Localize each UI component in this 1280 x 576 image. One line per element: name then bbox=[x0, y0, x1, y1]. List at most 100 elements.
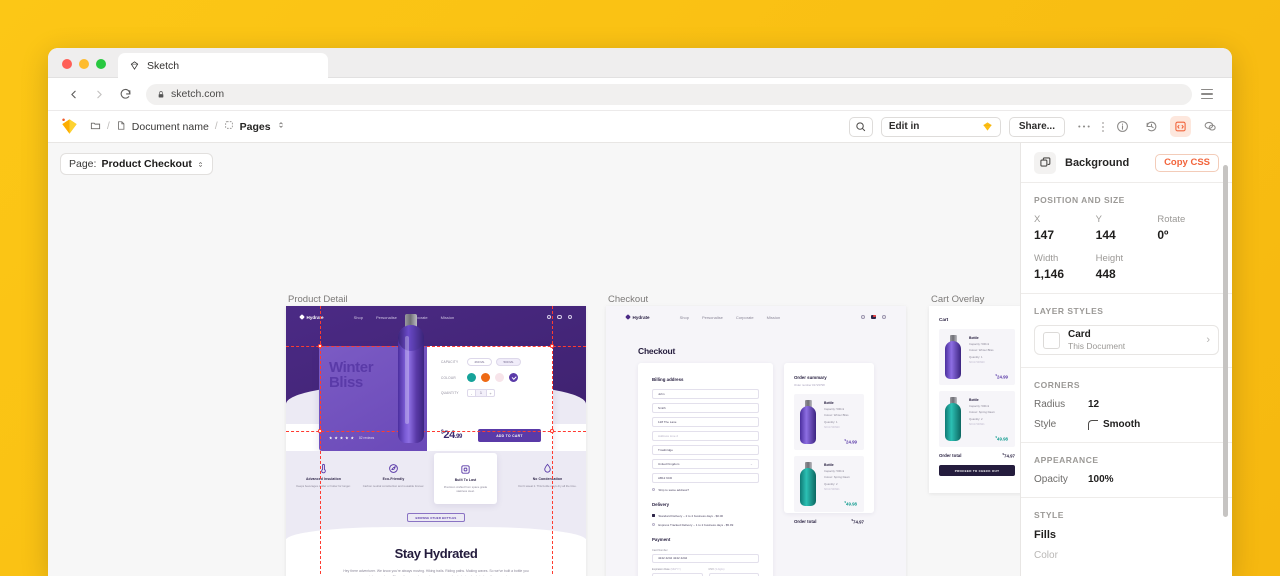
maximize-window-button[interactable] bbox=[96, 59, 106, 69]
reload-icon[interactable] bbox=[114, 83, 136, 105]
forward-arrow-icon[interactable] bbox=[88, 83, 110, 105]
payment-title: Payment bbox=[652, 536, 671, 542]
more-horizontal-icon[interactable] bbox=[1073, 116, 1094, 137]
feature-advanced-insulation[interactable]: Advanced Insulation Keeps beverages cold… bbox=[292, 461, 355, 488]
code-inspect-icon[interactable] bbox=[1170, 116, 1191, 137]
feature-eco-friendly[interactable]: Eco-Friendly Carbon neutral construction… bbox=[362, 461, 425, 488]
breadcrumb-pages[interactable]: Pages bbox=[240, 121, 271, 133]
comments-icon[interactable] bbox=[1199, 116, 1220, 137]
field-country[interactable]: United Kingdom bbox=[652, 459, 759, 469]
artboard-cart-overlay[interactable]: Cart Bottle Capacity: 500ml Colour: Wint… bbox=[929, 306, 1020, 493]
feature-no-condensation[interactable]: No Condensation Don't sweat it. This bot… bbox=[516, 461, 579, 488]
capacity-500[interactable]: 500 ML bbox=[496, 358, 521, 366]
field-address-2[interactable]: Address Line 2 bbox=[652, 431, 759, 441]
opacity-value: 100% bbox=[1088, 474, 1114, 485]
history-clock-icon[interactable] bbox=[1141, 116, 1162, 137]
breadcrumb-document-name[interactable]: Document name bbox=[132, 121, 209, 133]
feature-title: Built To Last bbox=[454, 478, 477, 482]
search-button[interactable] bbox=[848, 116, 873, 137]
feature-built-to-last[interactable]: Built To Last Precision crafted from spa… bbox=[434, 453, 497, 504]
artboard-checkout[interactable]: Hydrate Shop Personalise Corporate Missi… bbox=[606, 306, 906, 576]
chevron-right-icon[interactable]: › bbox=[1206, 334, 1210, 346]
proceed-to-checkout-button[interactable]: PROCEED TO CHECK OUT bbox=[939, 465, 1015, 477]
x-field: X 147 bbox=[1034, 214, 1096, 242]
field-card-number[interactable]: 4242 4242 4242 4242 bbox=[652, 553, 759, 563]
nav-link-mission[interactable]: Mission bbox=[441, 315, 455, 320]
copy-css-button[interactable]: Copy CSS bbox=[1155, 153, 1219, 172]
delivery-label: Standard Delivery – 2 to 4 business days… bbox=[658, 513, 724, 518]
info-icon[interactable] bbox=[1112, 116, 1133, 137]
address-bar[interactable]: sketch.com bbox=[146, 83, 1192, 105]
chevron-updown-icon bbox=[198, 161, 202, 167]
bag-icon[interactable] bbox=[557, 314, 562, 320]
field-first-name[interactable]: John bbox=[652, 389, 759, 399]
qty-increment[interactable]: + bbox=[486, 389, 495, 397]
nav-links: Shop Personalise Corporate Mission bbox=[680, 315, 781, 320]
field-city[interactable]: Trowbridge bbox=[652, 445, 759, 455]
delivery-option-express[interactable]: Express Tracked Delivery – 1 to 2 busine… bbox=[652, 523, 759, 527]
nav-link-personalise[interactable]: Personalise bbox=[702, 315, 723, 320]
search-icon[interactable] bbox=[546, 314, 551, 320]
nav-link-mission[interactable]: Mission bbox=[767, 315, 781, 320]
shield-square-icon bbox=[460, 462, 471, 474]
quantity-stepper[interactable]: - 1 + bbox=[467, 389, 495, 397]
resize-handle-tl[interactable] bbox=[318, 344, 322, 348]
back-arrow-icon[interactable] bbox=[62, 83, 84, 105]
field-cvv[interactable]: 123 bbox=[708, 572, 759, 576]
close-window-button[interactable] bbox=[62, 59, 72, 69]
field-postcode[interactable]: AB12 9CD bbox=[652, 473, 759, 483]
site-brand[interactable]: Hydrate bbox=[299, 314, 324, 320]
feature-title: No Condensation bbox=[532, 477, 563, 481]
nav-link-personalise[interactable]: Personalise bbox=[376, 315, 397, 320]
browser-tab-sketch[interactable]: Sketch bbox=[118, 53, 328, 78]
field-address-1[interactable]: 128 The Lane bbox=[652, 417, 759, 427]
option-label-colour: COLOUR bbox=[441, 375, 456, 380]
nav-link-shop[interactable]: Shop bbox=[354, 315, 363, 320]
resize-handle-tr[interactable] bbox=[550, 344, 554, 348]
search-icon[interactable] bbox=[860, 314, 865, 320]
color-label: Color bbox=[1034, 550, 1058, 561]
folder-icon[interactable] bbox=[90, 120, 101, 134]
field-last-name[interactable]: Smith bbox=[652, 403, 759, 413]
site-brand[interactable]: Hydrate bbox=[625, 314, 650, 320]
resize-handle-br[interactable] bbox=[550, 429, 554, 433]
ship-same-address-checkbox[interactable]: Ship to same address? bbox=[652, 488, 759, 492]
swatch-pink[interactable] bbox=[495, 373, 504, 382]
share-button[interactable]: Share... bbox=[1008, 116, 1065, 137]
capacity-260[interactable]: 260 ML bbox=[467, 358, 492, 366]
account-icon[interactable] bbox=[881, 314, 886, 320]
checkout-site-nav: Hydrate Shop Personalise Corporate Missi… bbox=[606, 306, 906, 328]
nav-link-corporate[interactable]: Corporate bbox=[736, 315, 754, 320]
delivery-option-standard[interactable]: Standard Delivery – 2 to 4 business days… bbox=[652, 514, 759, 518]
artboard-product-detail[interactable]: Hydrate Shop Personalise Corporate Missi… bbox=[286, 306, 586, 576]
chevron-updown-icon[interactable] bbox=[277, 120, 285, 133]
radius-label: Radius bbox=[1034, 399, 1066, 410]
search-icon bbox=[856, 122, 866, 132]
field-expiration[interactable]: 01/2023 bbox=[652, 572, 703, 576]
browse-other-bottles-button[interactable]: BROWSE OTHER BOTTLES bbox=[407, 513, 465, 522]
grip-dots-icon[interactable] bbox=[1102, 121, 1104, 132]
design-canvas[interactable]: Page: Product Checkout Product Detail Ch… bbox=[48, 143, 1020, 576]
swatch-orange[interactable] bbox=[481, 373, 490, 382]
inspector-scrollbar[interactable] bbox=[1223, 165, 1228, 517]
sketch-logo[interactable] bbox=[60, 117, 79, 136]
nav-link-shop[interactable]: Shop bbox=[680, 315, 689, 320]
page-selector[interactable]: Page: Product Checkout bbox=[60, 153, 213, 175]
artboard-label-checkout[interactable]: Checkout bbox=[608, 294, 648, 305]
account-icon[interactable] bbox=[567, 314, 572, 320]
artboard-label-product-detail[interactable]: Product Detail bbox=[288, 294, 348, 305]
qty-decrement[interactable]: - bbox=[467, 389, 476, 397]
artboard-label-cart-overlay[interactable]: Cart Overlay bbox=[931, 294, 984, 305]
resize-handle-bl[interactable] bbox=[318, 429, 322, 433]
swatch-purple-selected[interactable] bbox=[509, 373, 518, 382]
window-controls[interactable] bbox=[62, 59, 106, 69]
swatch-teal[interactable] bbox=[467, 373, 476, 382]
bag-icon[interactable] bbox=[871, 314, 876, 320]
product-card[interactable]: Winter Bliss 82 reviews CAPACITY 260 ML … bbox=[319, 346, 553, 451]
layer-style-card[interactable]: Card This Document › bbox=[1034, 325, 1219, 355]
add-to-cart-button[interactable]: ADD TO CART bbox=[478, 429, 541, 442]
hamburger-menu-icon[interactable] bbox=[1196, 83, 1218, 105]
edit-in-button[interactable]: Edit in bbox=[880, 116, 1001, 137]
minimize-window-button[interactable] bbox=[79, 59, 89, 69]
expiration-label: Expiration Date (MM/YY) bbox=[652, 567, 681, 571]
